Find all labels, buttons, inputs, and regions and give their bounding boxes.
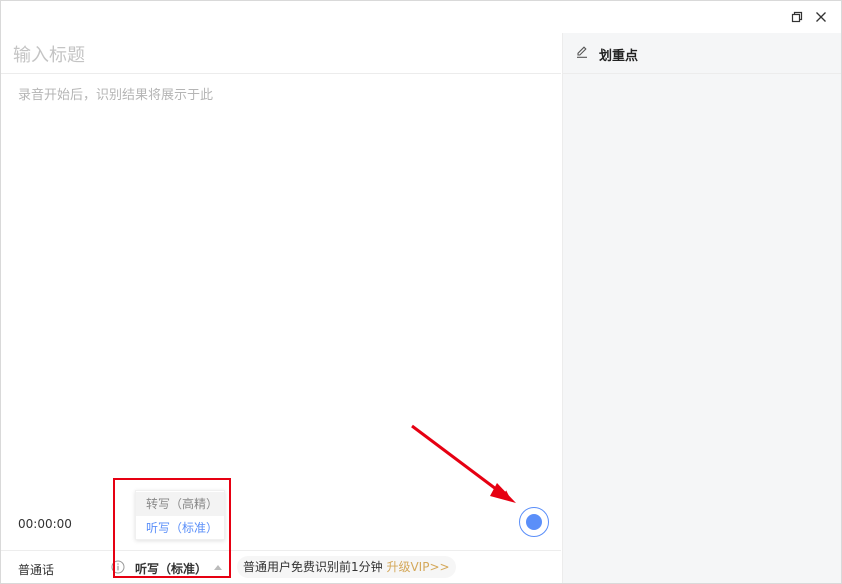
language-selector[interactable]: 普通话: [18, 561, 54, 578]
title-input[interactable]: [13, 41, 543, 69]
close-button[interactable]: [811, 7, 831, 27]
recording-timer: 00:00:00: [18, 517, 72, 531]
info-icon[interactable]: [111, 560, 125, 574]
caret-up-icon[interactable]: [214, 565, 222, 570]
mode-option-dictation-standard[interactable]: 听写（标准）: [136, 516, 224, 540]
title-divider: [1, 73, 561, 74]
highlights-panel: 划重点: [562, 33, 841, 583]
app-window: 录音开始后，识别结果将展示于此 00:00:00 转写（高精） 听写（标准） 普…: [0, 0, 842, 584]
mode-dropdown-menu: 转写（高精） 听写（标准）: [135, 490, 225, 540]
restore-button[interactable]: [787, 7, 807, 27]
transcript-editor: 录音开始后，识别结果将展示于此 00:00:00 转写（高精） 听写（标准）: [1, 33, 561, 581]
free-trial-notice: 普通用户免费识别前1分钟 升级VIP>>: [237, 556, 456, 578]
pencil-icon: [577, 46, 587, 58]
highlights-title: 划重点: [599, 49, 639, 64]
restore-icon: [791, 11, 803, 23]
close-icon: [816, 12, 826, 22]
mode-selector[interactable]: 听写（标准）: [135, 560, 207, 577]
transcript-placeholder[interactable]: 录音开始后，识别结果将展示于此: [18, 84, 213, 103]
record-button[interactable]: [519, 507, 549, 537]
free-trial-text: 普通用户免费识别前1分钟: [243, 560, 383, 574]
bottom-toolbar: 普通话 听写（标准） 普通用户免费识别前1分钟 升级VIP>>: [1, 550, 561, 583]
highlights-header: 划重点: [563, 33, 841, 74]
record-icon: [526, 514, 542, 530]
mode-option-transcribe-hq[interactable]: 转写（高精）: [136, 492, 224, 516]
title-bar: [1, 1, 841, 33]
upgrade-vip-link[interactable]: 升级VIP>>: [386, 560, 449, 574]
